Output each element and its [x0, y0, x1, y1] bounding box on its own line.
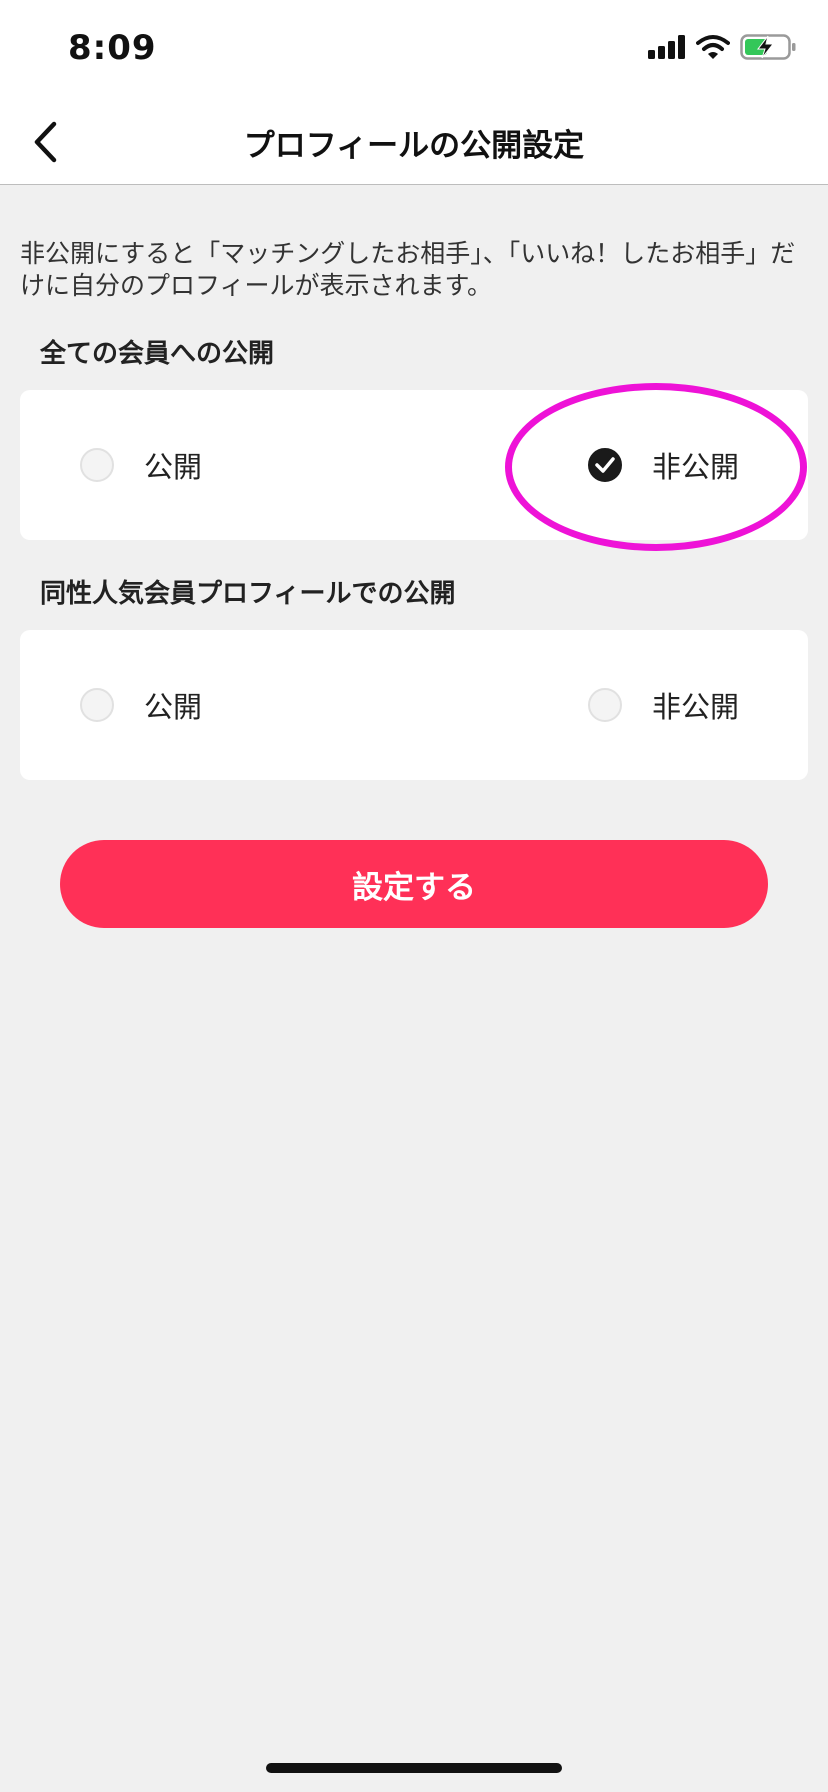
option-public-all-members[interactable]: 公開 [80, 390, 202, 540]
wifi-icon [696, 35, 730, 59]
option-label: 非公開 [652, 450, 740, 484]
status-icons [648, 34, 796, 60]
home-indicator [266, 1763, 562, 1773]
page-title: プロフィールの公開設定 [243, 128, 585, 164]
signal-icon [648, 35, 685, 59]
visibility-card-all-members: 公開 非公開 [20, 390, 808, 540]
option-label: 公開 [144, 450, 203, 484]
status-bar: 8:09 [0, 0, 828, 100]
section-title-all-members: 全ての会員への公開 [40, 339, 275, 369]
option-private-all-members[interactable]: 非公開 [588, 390, 739, 540]
radio-unchecked-icon[interactable] [588, 688, 622, 722]
submit-settings-button[interactable]: 設定する [60, 840, 768, 928]
visibility-card-popular-same-gender: 公開 非公開 [20, 630, 808, 780]
option-public-popular-same-gender[interactable]: 公開 [80, 630, 202, 780]
radio-unchecked-icon[interactable] [80, 448, 114, 482]
description-text: 非公開にすると「マッチングしたお相手」、「いいね！したお相手」だけに自分のプロフ… [20, 239, 796, 300]
nav-bar: プロフィールの公開設定 [0, 100, 828, 185]
radio-unchecked-icon[interactable] [80, 688, 114, 722]
option-private-popular-same-gender[interactable]: 非公開 [588, 630, 739, 780]
section-title-popular-same-gender: 同性人気会員プロフィールでの公開 [40, 579, 456, 609]
battery-charging-icon [740, 34, 796, 60]
option-label: 非公開 [652, 690, 740, 724]
radio-checked-icon[interactable] [588, 448, 622, 482]
checkmark-icon [595, 457, 615, 473]
status-time: 8:09 [68, 28, 157, 68]
option-label: 公開 [144, 690, 203, 724]
